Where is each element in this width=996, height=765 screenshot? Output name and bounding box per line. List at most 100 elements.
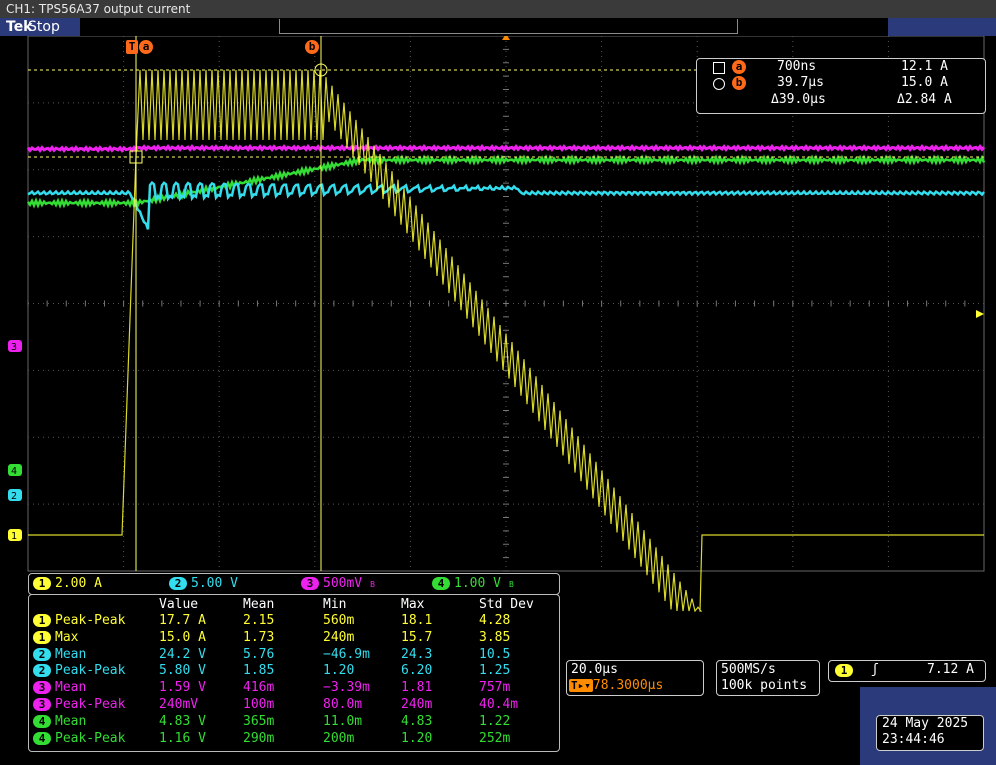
measurement-value: 1.59 V xyxy=(159,680,206,696)
sample-rate: 500MS/s xyxy=(721,662,776,677)
cursor-delta-time: Δ39.0µs xyxy=(771,92,826,107)
datetime-box: 24 May 2025 23:44:46 xyxy=(876,715,984,751)
ch2-scale: 5.00 V xyxy=(191,576,238,591)
cursor-delta-value: Δ2.84 A xyxy=(897,92,952,107)
ch4-badge[interactable]: 4 xyxy=(432,577,450,590)
measurement-min: 560m xyxy=(323,613,355,628)
measurement-stddev: 4.28 xyxy=(479,613,511,628)
cursor-a-value: 12.1 A xyxy=(901,59,948,74)
measurement-name: Max xyxy=(55,629,79,645)
measurement-stddev: 10.5 xyxy=(479,646,511,662)
measurement-min: −46.9m xyxy=(323,646,370,662)
measurement-value: 15.0 A xyxy=(159,629,206,645)
measurement-max: 240m xyxy=(401,697,433,712)
measurement-mean: 5.76 xyxy=(243,646,275,662)
measurement-name: Mean xyxy=(55,646,87,662)
svg-text:3: 3 xyxy=(11,342,17,353)
measurement-name: Peak-Peak xyxy=(55,697,126,712)
measurement-stddev: 252m xyxy=(479,730,511,746)
rising-edge-icon: ʃ xyxy=(871,662,879,677)
ch3-badge[interactable]: 3 xyxy=(301,577,319,590)
measurement-value: 24.2 V xyxy=(159,646,206,662)
measurement-min: 240m xyxy=(323,629,355,645)
measurement-max: 18.1 xyxy=(401,613,433,628)
ch1-scale: 2.00 A xyxy=(55,576,102,591)
acquisition-box[interactable]: 500MS/s 100k points xyxy=(716,660,820,696)
measurement-row: 1 Max 15.0 A 1.73 240m 15.7 3.85 xyxy=(29,630,559,646)
measurement-mean: 1.73 xyxy=(243,629,275,645)
measurement-row: 1 Peak-Peak 17.7 A 2.15 560m 18.1 4.28 xyxy=(29,613,559,629)
top-right-panel xyxy=(888,18,996,36)
trigger-box[interactable]: 1 ʃ 7.12 A xyxy=(828,660,986,682)
measurement-channel-badge: 3 xyxy=(33,698,51,711)
cursor-readout: a 700ns 12.1 A b 39.7µs 15.0 A Δ39.0µs Δ… xyxy=(696,58,986,114)
time: 23:44:46 xyxy=(882,732,945,747)
measurement-header: Value Mean Min Max Std Dev xyxy=(159,597,534,612)
window-title: CH1: TPS56A37 output current xyxy=(0,0,996,18)
measurement-min: 1.20 xyxy=(323,663,355,679)
svg-text:1: 1 xyxy=(11,531,17,542)
measurement-mean: 100m xyxy=(243,697,275,712)
measurement-channel-badge: 1 xyxy=(33,614,51,627)
measurement-max: 6.20 xyxy=(401,663,433,679)
cursor-a-label[interactable]: a xyxy=(139,40,153,54)
status-bar: Tek Stop xyxy=(0,18,996,36)
measurement-row: 4 Mean 4.83 V 365m 11.0m 4.83 1.22 xyxy=(29,714,559,730)
measurement-table[interactable]: Value Mean Min Max Std Dev 1 Peak-Peak 17.… xyxy=(28,594,560,752)
measurement-row: 2 Mean 24.2 V 5.76 −46.9m 24.3 10.5 xyxy=(29,647,559,663)
cursor-a-time: 700ns xyxy=(777,59,817,74)
trigger-level: 7.12 A xyxy=(927,662,974,677)
measurement-stddev: 757m xyxy=(479,680,511,696)
cursor-a-square-icon xyxy=(713,62,725,74)
measurement-value: 17.7 A xyxy=(159,613,206,628)
measurement-channel-badge: 3 xyxy=(33,681,51,695)
measurement-channel-badge: 4 xyxy=(33,731,51,745)
measurement-name: Mean xyxy=(55,680,87,696)
record-ruler xyxy=(279,19,738,34)
measurement-min: 200m xyxy=(323,730,355,746)
measurement-name: Mean xyxy=(55,713,87,729)
measurement-stddev: 1.25 xyxy=(479,663,511,679)
measurement-mean: 365m xyxy=(243,713,275,729)
date: 24 May 2025 xyxy=(882,716,969,731)
measurement-max: 4.83 xyxy=(401,713,433,729)
measurement-max: 15.7 xyxy=(401,629,433,645)
cursor-b-circle-icon xyxy=(713,78,725,90)
measurement-row: 4 Peak-Peak 1.16 V 290m 200m 1.20 252m xyxy=(29,731,559,747)
cursor-b-label[interactable]: b xyxy=(305,40,319,54)
measurement-mean: 1.85 xyxy=(243,663,275,679)
ch2-badge[interactable]: 2 xyxy=(169,577,187,590)
measurement-min: 11.0m xyxy=(323,713,363,729)
ch4-scale: 1.00 V xyxy=(454,576,501,591)
measurement-stddev: 40.4m xyxy=(479,697,519,712)
measurement-channel-badge: 2 xyxy=(33,647,51,661)
measurement-row: 3 Peak-Peak 240mV 100m 80.0m 240m 40.4m xyxy=(29,697,559,713)
measurement-channel-badge: 4 xyxy=(33,714,51,728)
measurement-value: 5.80 V xyxy=(159,663,206,679)
measurement-channel-badge: 1 xyxy=(33,630,51,644)
measurement-value: 4.83 V xyxy=(159,713,206,729)
timebase-scale: 20.0µs xyxy=(571,662,618,677)
trigger-position-icon: T▸▾ xyxy=(569,679,593,692)
trigger-position: T▸▾ 78.3000µs xyxy=(569,678,664,693)
measurement-row: 3 Mean 1.59 V 416m −3.39m 1.81 757m xyxy=(29,680,559,696)
measurement-mean: 290m xyxy=(243,730,275,746)
measurement-name: Peak-Peak xyxy=(55,730,126,746)
acquisition-state[interactable]: Stop xyxy=(28,18,60,36)
measurement-stddev: 3.85 xyxy=(479,629,511,645)
ch1-badge[interactable]: 1 xyxy=(33,577,51,590)
measurement-stddev: 1.22 xyxy=(479,713,511,729)
channel-scale-bar[interactable]: 1 2.00 A 2 5.00 V 3 500mV B 4 1.00 V B xyxy=(28,573,560,595)
measurement-max: 1.81 xyxy=(401,680,433,696)
ch4-bw-limit: B xyxy=(508,580,514,589)
timebase-box[interactable]: 20.0µs T▸▾ 78.3000µs xyxy=(566,660,704,696)
measurement-min: −3.39m xyxy=(323,680,370,696)
measurement-channel-badge: 2 xyxy=(33,664,51,678)
cursor-b-value: 15.0 A xyxy=(901,75,948,90)
ch3-scale: 500mV xyxy=(323,576,363,591)
trigger-cursor-t: T xyxy=(126,40,138,54)
cursor-b-badge: b xyxy=(732,76,746,90)
svg-text:2: 2 xyxy=(11,491,17,502)
measurement-max: 24.3 xyxy=(401,646,433,662)
measurement-value: 1.16 V xyxy=(159,730,206,746)
